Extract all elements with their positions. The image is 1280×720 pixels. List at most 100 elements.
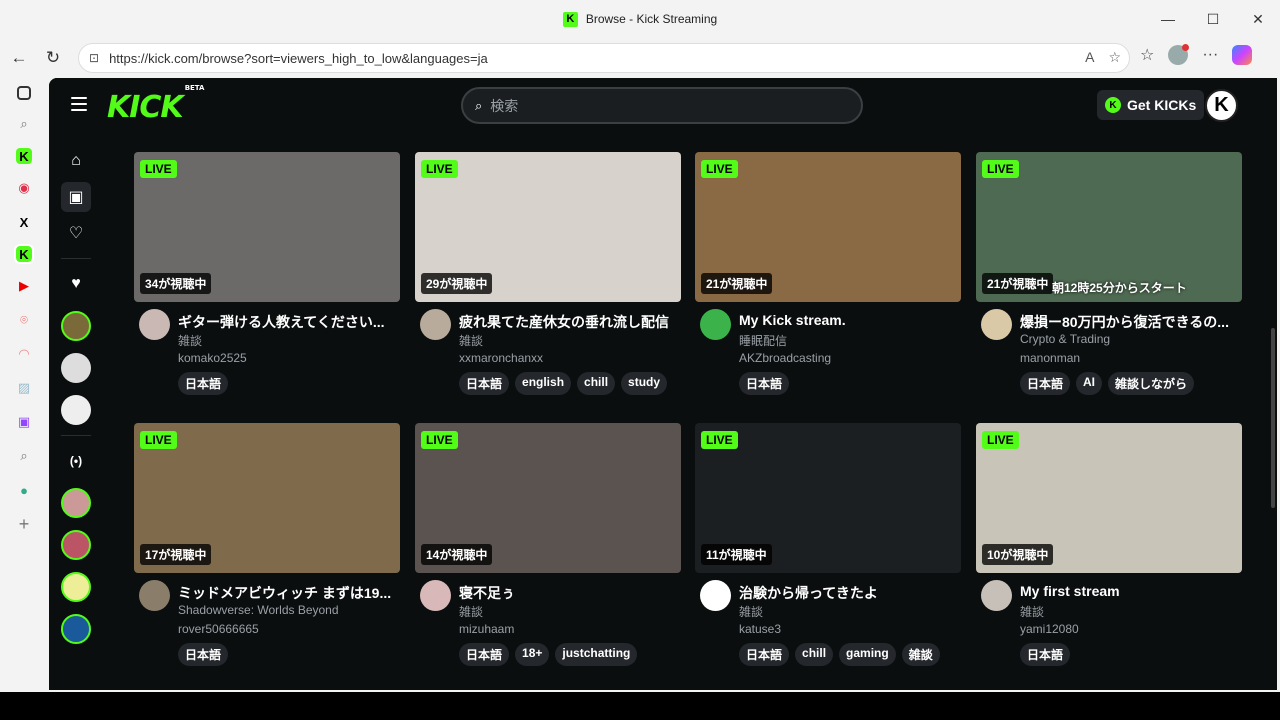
url-field[interactable]: ⊡ https://kick.com/browse?sort=viewers_h… [78,43,1130,73]
map-pin-icon[interactable]: ⌾ [14,310,34,330]
minimize-icon[interactable]: — [1146,0,1190,38]
user-avatar[interactable]: K [1205,89,1238,122]
channel-avatar[interactable] [981,309,1012,340]
stream-title[interactable]: My Kick stream. [739,312,959,328]
stream-category[interactable]: 雑談 [739,603,763,620]
channel-avatar[interactable] [139,309,170,340]
channel-name[interactable]: yami12080 [1020,622,1079,636]
recommended-channel-avatar[interactable] [61,488,91,518]
copilot-icon[interactable] [1232,45,1253,65]
recommended-channel-avatar[interactable] [61,530,91,560]
channel-name[interactable]: AKZbroadcasting [739,351,831,365]
recommended-channel-avatar[interactable] [61,572,91,602]
stream-thumbnail[interactable]: LIVE 14が視聴中 [415,423,681,573]
tag-pill[interactable]: english [515,372,572,395]
tag-pill[interactable]: gaming [839,643,896,666]
recommended-channel-avatar[interactable] [61,614,91,644]
tag-pill[interactable]: 雑談 [901,643,940,666]
stream-category[interactable]: 睡眠配信 [739,332,787,349]
stream-title[interactable]: My first stream [1020,583,1240,599]
stream-thumbnail[interactable]: LIVE 17が視聴中 [134,423,400,573]
channel-name[interactable]: mizuhaam [459,622,514,636]
stream-thumbnail[interactable]: LIVE 29が視聴中 [415,152,681,302]
followed-channel-avatar[interactable] [61,353,91,383]
tag-pill[interactable]: 日本語 [178,643,229,666]
channel-name[interactable]: komako2525 [178,351,247,365]
home-icon[interactable]: ⌂ [61,146,91,176]
channel-name[interactable]: manonman [1020,351,1080,365]
tag-pill[interactable]: 日本語 [178,372,229,395]
x-shortcut-icon[interactable]: X [14,212,34,232]
search-icon[interactable]: ⌕ [14,114,34,134]
channel-name[interactable]: rover50666665 [178,622,259,636]
tag-pill[interactable]: study [621,372,668,395]
globe-icon[interactable]: ● [14,480,34,500]
stream-title[interactable]: ギター弾ける人教えてください... [178,312,398,332]
tag-pill[interactable]: 日本語 [739,372,790,395]
site-info-icon[interactable]: ⊡ [89,51,99,65]
browse-icon[interactable]: ▣ [61,182,91,212]
tag-pill[interactable]: 日本語 [739,643,790,666]
menu-icon[interactable] [71,97,87,111]
stream-title[interactable]: 爆損ー80万円から復活できるの... [1020,312,1240,332]
tag-pill[interactable]: justchatting [555,643,638,666]
stream-thumbnail[interactable]: LIVE 34が視聴中 [134,152,400,302]
stream-title[interactable]: ミッドメアビウィッチ まずは19... [178,583,398,603]
favorites-icon[interactable]: ☆ [1140,45,1154,65]
tag-pill[interactable]: 日本語 [1020,643,1071,666]
youtube-shortcut-icon[interactable]: ▶ [14,276,34,296]
image-shortcut-icon[interactable]: ▨ [14,378,34,398]
tag-pill[interactable]: AI [1076,372,1103,395]
kick-active-shortcut-icon[interactable]: K [14,244,34,264]
stream-thumbnail[interactable]: LIVE 10が視聴中 [976,423,1242,573]
stream-title[interactable]: 治験から帰ってきたよ [739,583,959,603]
app-shortcut-icon[interactable]: ◉ [14,178,34,198]
following-heart-icon[interactable]: ♡ [61,218,91,248]
channel-avatar[interactable] [700,309,731,340]
stream-thumbnail[interactable]: LIVE 11が視聴中 [695,423,961,573]
channel-avatar[interactable] [981,580,1012,611]
search-input[interactable]: ⌕ 検索 [461,87,863,124]
tag-pill[interactable]: chill [577,372,616,395]
twitch-shortcut-icon[interactable]: ▣ [14,412,34,432]
stream-category[interactable]: Shadowverse: Worlds Beyond [178,603,339,617]
tag-pill[interactable]: 雑談しながら [1108,372,1195,395]
back-arrow-icon[interactable]: ← [2,41,36,75]
followed-heart-icon[interactable]: ♥ [61,269,91,299]
channel-avatar[interactable] [139,580,170,611]
live-broadcast-icon[interactable]: (•) [61,446,91,476]
kick-logo[interactable]: KICKBETA [107,84,204,125]
kick-shortcut-icon[interactable]: K [16,148,32,164]
stream-category[interactable]: 雑談 [459,332,483,349]
page-scrollbar[interactable] [1271,328,1275,508]
favorite-star-icon[interactable]: ☆ [1108,49,1121,66]
profile-avatar[interactable] [1168,44,1190,65]
stream-title[interactable]: 寝不足ぅ [459,583,679,603]
stream-thumbnail[interactable]: LIVE 21が視聴中 朝12時25分からスタート [976,152,1242,302]
stream-category[interactable]: 雑談 [1020,603,1044,620]
tag-pill[interactable]: 18+ [515,643,550,666]
close-icon[interactable]: ✕ [1236,0,1280,38]
search-2-icon[interactable]: ⌕ [14,446,34,466]
tag-pill[interactable]: 日本語 [459,372,510,395]
maximize-icon[interactable]: ☐ [1191,0,1235,38]
tag-pill[interactable]: chill [795,643,834,666]
channel-name[interactable]: katuse3 [739,622,781,636]
stream-category[interactable]: 雑談 [459,603,483,620]
tab-actions-icon[interactable] [17,86,31,100]
tag-pill[interactable]: 日本語 [1020,372,1071,395]
followed-channel-avatar[interactable] [61,311,91,341]
channel-name[interactable]: xxmaronchanxx [459,351,543,365]
stream-category[interactable]: 雑談 [178,332,202,349]
channel-avatar[interactable] [420,580,451,611]
more-menu-icon[interactable]: ··· [1202,46,1218,64]
stream-title[interactable]: 疲れ果てた産休女の垂れ流し配信 [459,312,679,332]
get-kicks-button[interactable]: K Get KICKs [1097,90,1205,120]
channel-avatar[interactable] [420,309,451,340]
tag-pill[interactable]: 日本語 [459,643,510,666]
add-icon[interactable]: + [14,514,34,534]
app-shortcut-2-icon[interactable]: ◠ [14,344,34,364]
followed-channel-avatar[interactable] [61,395,91,425]
stream-category[interactable]: Crypto & Trading [1020,332,1110,346]
stream-thumbnail[interactable]: LIVE 21が視聴中 [695,152,961,302]
